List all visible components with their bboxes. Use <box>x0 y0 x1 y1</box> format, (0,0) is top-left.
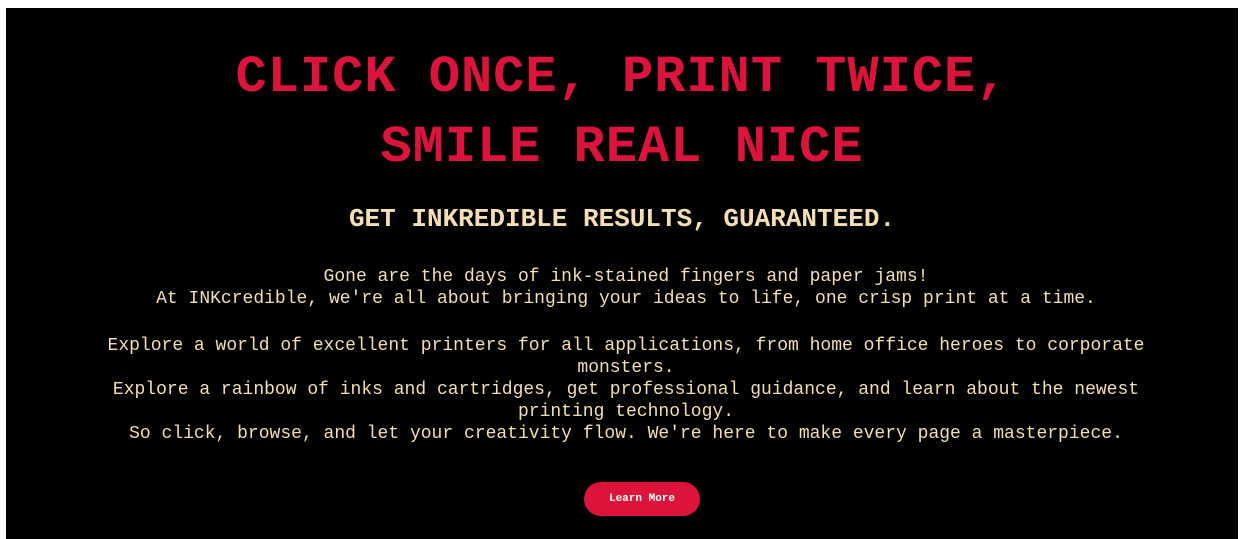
intro-text: Gone are the days of ink-stained fingers… <box>96 266 1156 310</box>
hero-subheadline: GET INKREDIBLE RESULTS, GUARANTEED. <box>348 204 896 234</box>
headline-line-1: CLICK ONCE, PRINT TWICE, <box>235 48 1009 107</box>
intro-line-2: At INKcredible, we're all about bringing… <box>156 289 1096 309</box>
details-paragraph-1: Explore a world of excellent printers fo… <box>107 336 1145 378</box>
hero-section: CLICK ONCE, PRINT TWICE, SMILE REAL NICE… <box>6 8 1238 539</box>
details-paragraph-2: Explore a rainbow of inks and cartridges… <box>112 380 1140 422</box>
details-paragraph-3: So click, browse, and let your creativit… <box>129 424 1123 444</box>
details-text: Explore a world of excellent printers fo… <box>96 335 1156 445</box>
headline-line-2: SMILE REAL NICE <box>380 118 864 177</box>
intro-line-1: Gone are the days of ink-stained fingers… <box>323 267 929 287</box>
hero-headline: CLICK ONCE, PRINT TWICE, SMILE REAL NICE <box>6 43 1238 183</box>
learn-more-button[interactable]: Learn More <box>584 482 700 516</box>
